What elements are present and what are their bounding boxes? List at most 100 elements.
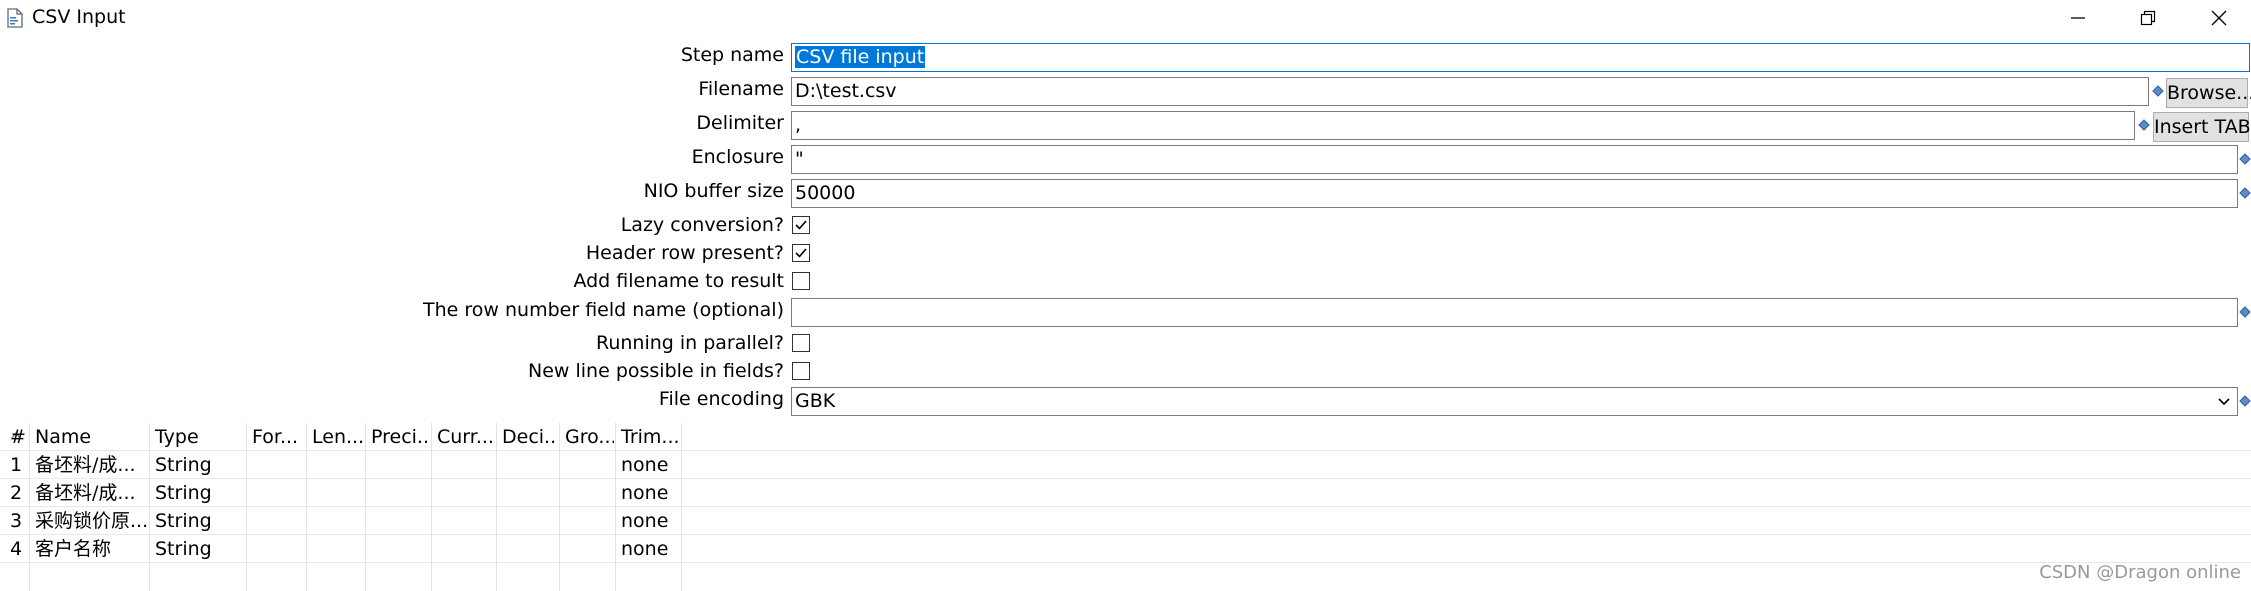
nio-buffer-value: 50000 (795, 182, 856, 204)
variable-icon[interactable] (2239, 395, 2251, 407)
column-header[interactable]: For... (248, 423, 305, 451)
table-row[interactable]: 1 备坯料/成... String none (0, 451, 2251, 479)
table-cell[interactable] (367, 535, 430, 563)
table-header-row: # Name Type For... Len... Preci... Curr.… (0, 423, 2251, 451)
table-cell[interactable] (433, 451, 494, 479)
file-encoding-select[interactable]: GBK (791, 387, 2238, 416)
delimiter-label: Delimiter (696, 112, 784, 134)
table-cell[interactable] (561, 479, 614, 507)
header-row-checkbox[interactable] (792, 244, 810, 262)
variable-icon[interactable] (2239, 306, 2251, 318)
table-cell[interactable] (433, 479, 494, 507)
step-name-input[interactable]: CSV file input (791, 43, 2250, 72)
column-header[interactable]: Name (31, 423, 148, 451)
table-cell[interactable] (308, 535, 363, 563)
title-bar: CSV Input (0, 0, 2251, 36)
add-filename-checkbox[interactable] (792, 272, 810, 290)
table-cell[interactable] (498, 451, 557, 479)
variable-icon[interactable] (2152, 85, 2164, 97)
table-cell[interactable] (561, 451, 614, 479)
variable-icon[interactable] (2138, 119, 2150, 131)
table-row[interactable]: 2 备坯料/成... String none (0, 479, 2251, 507)
add-filename-label: Add filename to result (573, 270, 784, 292)
row-number-cell: 3 (10, 510, 23, 532)
table-cell[interactable]: 备坯料/成... (31, 451, 148, 479)
browse-button[interactable]: Browse... (2166, 78, 2251, 108)
variable-icon[interactable] (2239, 153, 2251, 165)
table-cell[interactable] (433, 535, 494, 563)
lazy-conversion-label: Lazy conversion? (620, 214, 784, 236)
minimize-icon (2071, 17, 2085, 19)
variable-icon[interactable] (2239, 187, 2251, 199)
table-cell[interactable] (308, 507, 363, 535)
table-cell[interactable] (308, 451, 363, 479)
filename-label: Filename (698, 78, 784, 100)
table-cell[interactable]: none (617, 479, 680, 507)
table-cell[interactable] (248, 479, 305, 507)
file-encoding-value: GBK (795, 390, 836, 412)
row-number-label: The row number field name (optional) (423, 299, 784, 321)
enclosure-value: " (795, 148, 804, 170)
table-cell[interactable]: String (151, 479, 243, 507)
table-cell[interactable]: 客户名称 (31, 535, 148, 563)
filename-input[interactable]: D:\test.csv (791, 77, 2149, 106)
minimize-button[interactable] (2058, 2, 2098, 34)
csv-input-icon (6, 8, 24, 28)
table-cell[interactable] (561, 507, 614, 535)
chevron-down-icon (2218, 398, 2230, 406)
delimiter-input[interactable]: , (791, 111, 2135, 140)
table-cell[interactable] (308, 479, 363, 507)
table-cell[interactable]: String (151, 451, 243, 479)
table-cell[interactable]: 备坯料/成... (31, 479, 148, 507)
column-header[interactable]: Len... (308, 423, 363, 451)
new-line-checkbox[interactable] (792, 362, 810, 380)
table-cell[interactable]: String (151, 535, 243, 563)
table-cell[interactable] (498, 507, 557, 535)
checkmark-icon (795, 220, 807, 230)
parallel-checkbox[interactable] (792, 334, 810, 352)
enclosure-label: Enclosure (691, 146, 784, 168)
table-cell[interactable] (561, 535, 614, 563)
nio-buffer-input[interactable]: 50000 (791, 179, 2238, 208)
delimiter-value: , (795, 114, 802, 136)
lazy-conversion-checkbox[interactable] (792, 216, 810, 234)
column-header[interactable]: # (6, 423, 28, 451)
window-title: CSV Input (32, 6, 126, 28)
table-cell[interactable] (248, 451, 305, 479)
row-number-input[interactable] (791, 298, 2238, 327)
table-cell[interactable] (248, 535, 305, 563)
table-cell[interactable] (367, 451, 430, 479)
table-cell[interactable] (433, 507, 494, 535)
column-header[interactable]: Trim... (617, 423, 680, 451)
column-header[interactable]: Deci... (498, 423, 557, 451)
close-button[interactable] (2199, 2, 2239, 34)
table-row[interactable]: 3 采购锁价原... String none (0, 507, 2251, 535)
insert-tab-button[interactable]: Insert TAB (2153, 112, 2251, 142)
table-cell[interactable] (498, 535, 557, 563)
table-row[interactable]: 4 客户名称 String none (0, 535, 2251, 563)
table-cell[interactable] (248, 507, 305, 535)
table-cell[interactable]: 采购锁价原... (31, 507, 148, 535)
enclosure-input[interactable]: " (791, 145, 2238, 174)
column-header[interactable]: Curr... (433, 423, 494, 451)
column-header[interactable]: Type (151, 423, 243, 451)
table-empty-row[interactable] (0, 563, 2251, 591)
table-cell[interactable]: none (617, 507, 680, 535)
watermark: CSDN @Dragon online (2039, 562, 2241, 583)
column-header[interactable]: Preci... (367, 423, 430, 451)
table-cell[interactable]: none (617, 451, 680, 479)
parallel-label: Running in parallel? (595, 332, 784, 354)
restore-button[interactable] (2128, 2, 2168, 34)
row-number-cell: 4 (10, 538, 23, 560)
table-cell[interactable] (367, 479, 430, 507)
table-cell[interactable] (367, 507, 430, 535)
table-cell[interactable]: String (151, 507, 243, 535)
table-cell[interactable] (498, 479, 557, 507)
row-number-cell: 2 (10, 482, 23, 504)
table-cell[interactable]: none (617, 535, 680, 563)
step-name-value: CSV file input (795, 46, 926, 68)
column-header[interactable]: Gro... (561, 423, 614, 451)
restore-icon (2140, 10, 2156, 26)
filename-value: D:\test.csv (795, 80, 897, 102)
file-encoding-label: File encoding (658, 388, 784, 410)
